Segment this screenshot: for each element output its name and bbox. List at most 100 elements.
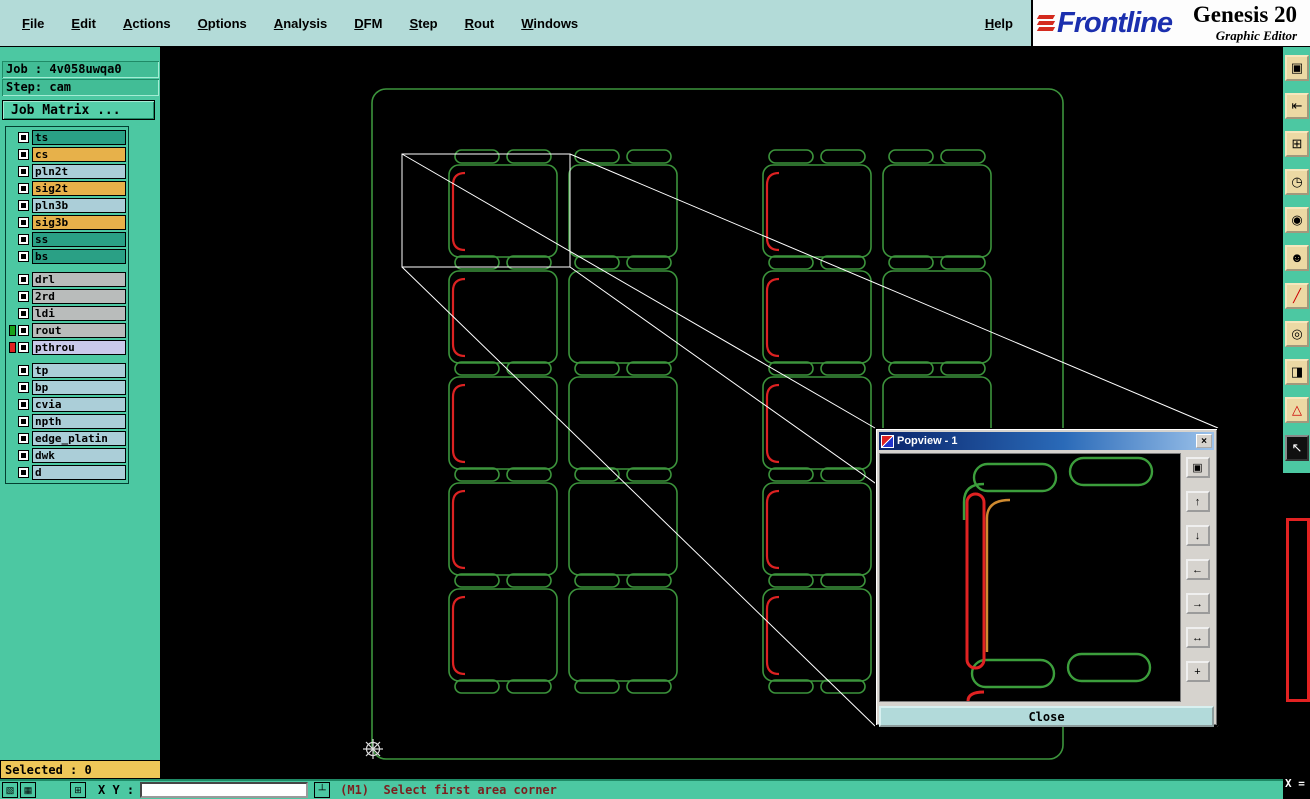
layer-row[interactable]: tp (7, 362, 127, 379)
layer-row[interactable]: pln3b (7, 197, 127, 214)
layer-row[interactable]: ts (7, 129, 127, 146)
layer-row[interactable]: cs (7, 146, 127, 163)
layer-row[interactable]: sig2t (7, 180, 127, 197)
layer-checkbox[interactable] (18, 217, 29, 228)
grid-toggle-button[interactable]: ▦ (20, 782, 36, 798)
overview-pane[interactable] (1286, 518, 1310, 702)
layer-row[interactable]: 2rd (7, 288, 127, 305)
layer-row[interactable]: dwk (7, 447, 127, 464)
layer-checkbox[interactable] (18, 433, 29, 444)
layer-row[interactable]: drl (7, 271, 127, 288)
clock-button[interactable]: ◷ (1285, 169, 1309, 195)
layer-name[interactable]: ldi (32, 306, 126, 321)
menu-windows[interactable]: Windows (521, 16, 578, 31)
layer-row[interactable]: bs (7, 248, 127, 265)
popview-canvas[interactable] (879, 453, 1181, 702)
popview-title-bar[interactable]: Popview - 1 × (879, 432, 1214, 450)
layer-name[interactable]: pln2t (32, 164, 126, 179)
move-view-button[interactable]: + (1185, 661, 1210, 682)
pan-left-button[interactable]: ← (1185, 559, 1210, 580)
layer-row[interactable]: cvia (7, 396, 127, 413)
layer-checkbox[interactable] (18, 149, 29, 160)
menu-actions[interactable]: Actions (123, 16, 171, 31)
layer-name[interactable]: 2rd (32, 289, 126, 304)
layer-row[interactable]: pln2t (7, 163, 127, 180)
layer-name[interactable]: rout (32, 323, 126, 338)
layer-name[interactable]: tp (32, 363, 126, 378)
layer-row[interactable]: bp (7, 379, 127, 396)
layer-row[interactable]: npth (7, 413, 127, 430)
layer-checkbox[interactable] (18, 382, 29, 393)
layer-name[interactable]: edge_platin (32, 431, 126, 446)
layer-checkbox[interactable] (18, 132, 29, 143)
measure-button[interactable]: ╱ (1285, 283, 1309, 309)
layer-checkbox[interactable] (18, 399, 29, 410)
layer-name[interactable]: pln3b (32, 198, 126, 213)
layer-checkbox[interactable] (18, 325, 29, 336)
menu-dfm[interactable]: DFM (354, 16, 382, 31)
snap-button[interactable]: ◎ (1285, 321, 1309, 347)
layer-checkbox[interactable] (18, 416, 29, 427)
layer-name[interactable]: ss (32, 232, 126, 247)
layer-name[interactable]: cs (32, 147, 126, 162)
job-matrix-button[interactable]: Job Matrix ... (2, 100, 155, 120)
layer-row[interactable]: ss (7, 231, 127, 248)
coordinate-input[interactable] (140, 782, 309, 798)
close-icon[interactable]: × (1196, 434, 1212, 448)
layer-name[interactable]: dwk (32, 448, 126, 463)
layer-checkbox[interactable] (18, 365, 29, 376)
layer-checkbox[interactable] (18, 234, 29, 245)
layer-checkbox[interactable] (18, 274, 29, 285)
pan-up-button[interactable]: ↑ (1185, 491, 1210, 512)
zoom-window-button[interactable]: ▣ (1185, 457, 1210, 478)
select-tool-button[interactable]: ↖ (1285, 435, 1309, 461)
fit-view-button[interactable]: ↔ (1185, 627, 1210, 648)
menu-edit[interactable]: Edit (71, 16, 96, 31)
layer-row[interactable]: edge_platin (7, 430, 127, 447)
layer-row[interactable]: d (7, 464, 127, 481)
layer-name[interactable]: npth (32, 414, 126, 429)
layer-checkbox[interactable] (18, 183, 29, 194)
snap-grid-button[interactable]: ⊞ (70, 782, 86, 798)
layer-checkbox[interactable] (18, 291, 29, 302)
layer-checkbox[interactable] (18, 450, 29, 461)
menu-help[interactable]: Help (985, 16, 1013, 31)
layer-name[interactable]: bs (32, 249, 126, 264)
menu-options[interactable]: Options (198, 16, 247, 31)
menu-rout[interactable]: Rout (465, 16, 495, 31)
layer-name[interactable]: sig2t (32, 181, 126, 196)
warning-button[interactable]: △ (1285, 397, 1309, 423)
previous-view-button[interactable]: ⇤ (1285, 93, 1309, 119)
layer-checkbox[interactable] (18, 308, 29, 319)
menu-analysis[interactable]: Analysis (274, 16, 327, 31)
layer-checkbox[interactable] (18, 200, 29, 211)
new-view-icon: ▣ (1290, 60, 1304, 75)
layer-name[interactable]: d (32, 465, 126, 480)
layer-name[interactable]: sig3b (32, 215, 126, 230)
target-button[interactable]: ◉ (1285, 207, 1309, 233)
layer-row[interactable]: rout (7, 322, 127, 339)
layer-row[interactable]: ldi (7, 305, 127, 322)
layer-row[interactable]: pthrou (7, 339, 127, 356)
menu-file[interactable]: File (22, 16, 44, 31)
display-mode-button[interactable]: ▧ (2, 782, 18, 798)
layer-colors-button[interactable]: ◨ (1285, 359, 1309, 385)
menu-step[interactable]: Step (409, 16, 437, 31)
layer-checkbox[interactable] (18, 166, 29, 177)
layer-name[interactable]: bp (32, 380, 126, 395)
layer-row[interactable]: sig3b (7, 214, 127, 231)
close-button[interactable]: Close (879, 706, 1214, 727)
users-button[interactable]: ☻ (1285, 245, 1309, 271)
pan-down-button[interactable]: ↓ (1185, 525, 1210, 546)
layer-checkbox[interactable] (18, 467, 29, 478)
layer-checkbox[interactable] (18, 342, 29, 353)
layer-name[interactable]: pthrou (32, 340, 126, 355)
layer-name[interactable]: ts (32, 130, 126, 145)
pan-right-button[interactable]: → (1185, 593, 1210, 614)
tile-windows-button[interactable]: ⊞ (1285, 131, 1309, 157)
layer-name[interactable]: cvia (32, 397, 126, 412)
layer-name[interactable]: drl (32, 272, 126, 287)
new-view-button[interactable]: ▣ (1285, 55, 1309, 81)
layer-checkbox[interactable] (18, 251, 29, 262)
units-toggle-button[interactable]: ┴ (314, 782, 331, 798)
